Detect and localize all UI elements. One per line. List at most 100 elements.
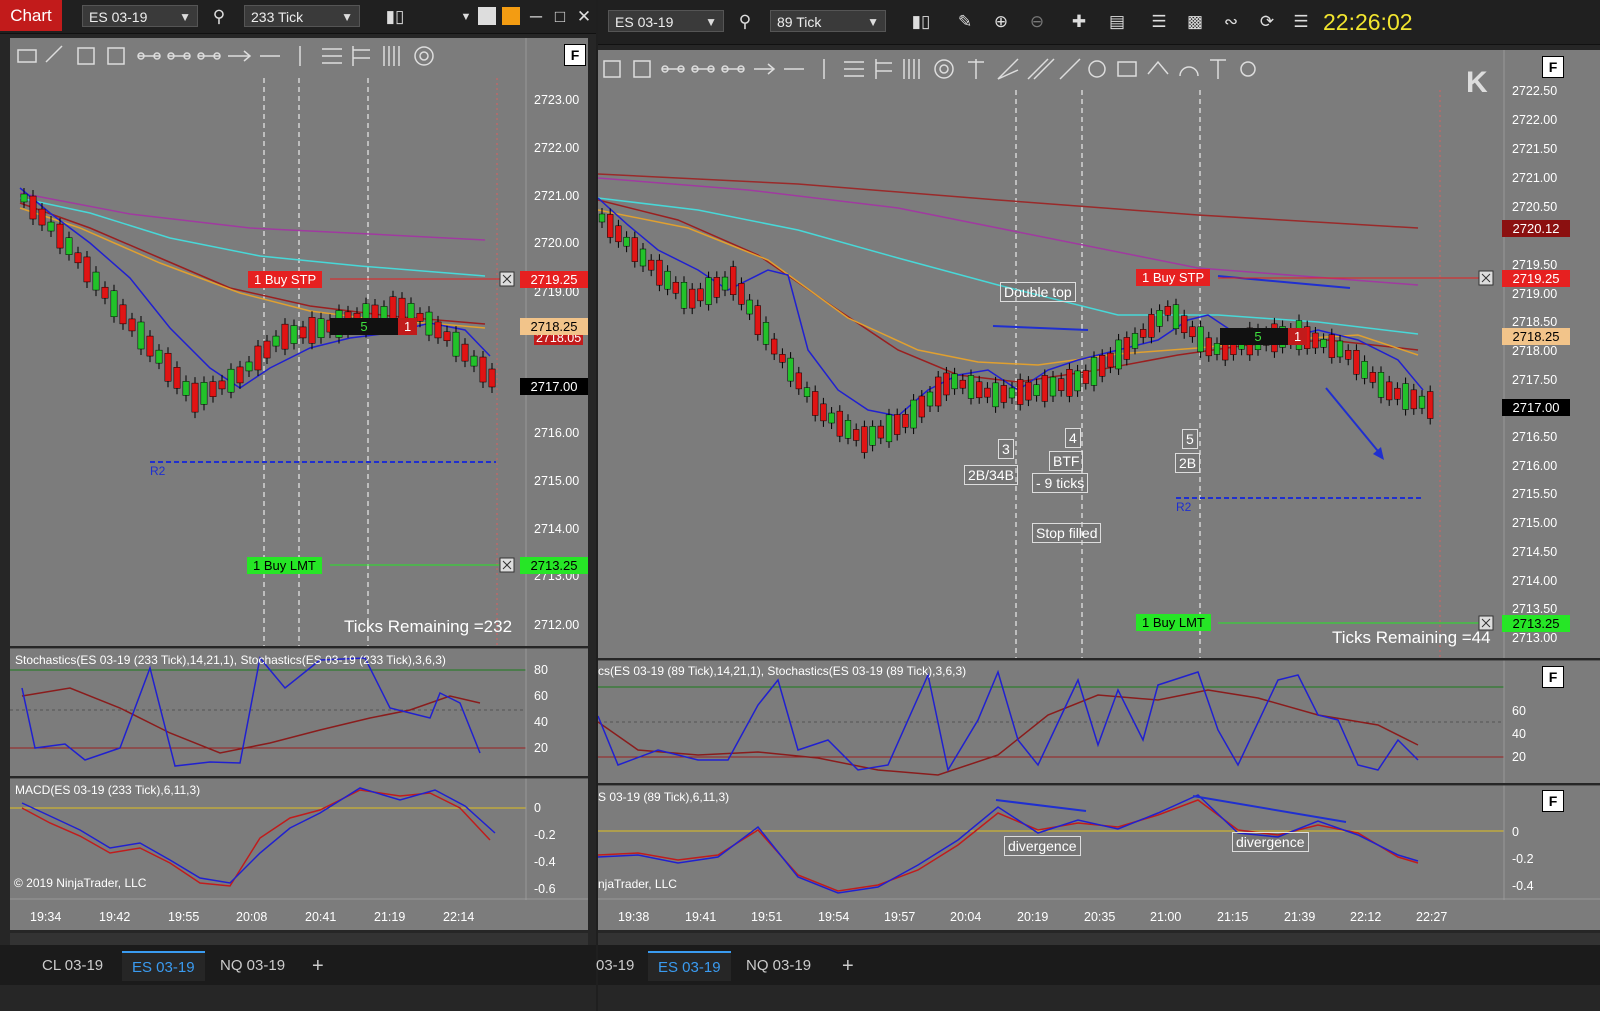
left-f-button[interactable]: F [564, 44, 586, 66]
chart-badge[interactable]: Chart [0, 0, 62, 31]
macd-tick: 0 [534, 801, 541, 815]
macd-tick: 0 [1512, 825, 1519, 839]
annotation-5[interactable]: 5 [1182, 429, 1198, 449]
chevron-down-icon: ▼ [705, 15, 717, 29]
left-bartype-select[interactable]: 233 Tick ▼ [244, 5, 360, 27]
macd-tick: -0.4 [534, 855, 556, 869]
zoom-out-icon[interactable]: ⊖ [1026, 11, 1048, 33]
add-tab-button[interactable]: + [302, 951, 334, 981]
order-qty: 1 [254, 272, 262, 287]
right-ticks-remaining: Ticks Remaining =44 [1332, 628, 1491, 647]
order-label: Buy LMT [263, 558, 316, 573]
left-stoch-title: Stochastics(ES 03-19 (233 Tick),14,21,1)… [15, 653, 446, 667]
reload-icon[interactable]: ⟳ [1256, 11, 1278, 33]
time-tick: 20:04 [950, 910, 982, 924]
right-macd-title: S 03-19 (89 Tick),6,11,3) [598, 790, 730, 804]
stoch-tick: 40 [1512, 727, 1526, 741]
tab-es[interactable]: ES 03-19 [122, 951, 205, 981]
time-tick: 20:41 [305, 910, 337, 924]
chevron-down-icon: ▼ [179, 10, 191, 24]
data-box-icon[interactable]: ▤ [1106, 11, 1128, 33]
close-icon[interactable]: ✕ [573, 6, 595, 28]
price-tick: 2715.00 [1512, 516, 1558, 530]
dropdown-arrow-icon[interactable]: ▼ [455, 6, 477, 28]
strategies-icon[interactable]: ▩ [1184, 11, 1206, 33]
annotation-divergence-2[interactable]: divergence [1232, 832, 1309, 852]
right-macd-plot [598, 785, 1600, 900]
time-tick: 22:12 [1350, 910, 1382, 924]
right-instrument-select[interactable]: ES 03-19 ▼ [608, 10, 724, 32]
left-buy-limit-order[interactable]: 1 Buy LMT [247, 557, 322, 574]
bar-style-icon[interactable]: ▮▯ [910, 11, 932, 33]
tab-nq[interactable]: NQ 03-19 [210, 951, 295, 981]
color-swatch-icon[interactable] [478, 7, 496, 25]
right-macd-f-button[interactable]: F [1542, 790, 1564, 812]
minimize-icon[interactable]: ─ [525, 6, 547, 28]
stoch-tick: 20 [534, 741, 548, 755]
svg-text:K: K [1466, 66, 1488, 99]
crosshair-icon[interactable]: ✚ [1068, 11, 1090, 33]
price-tick: 2716.00 [1512, 459, 1558, 473]
price-tick: 2719.00 [1512, 287, 1558, 301]
annotation-btf[interactable]: BTF [1049, 451, 1084, 471]
search-icon[interactable]: ⚲ [734, 11, 756, 33]
right-stop-price-tag: 2719.25 [1502, 270, 1570, 287]
right-buy-limit-order[interactable]: 1 Buy LMT [1136, 614, 1211, 631]
left-buy-stop-order[interactable]: 1 Buy STP [248, 271, 323, 288]
right-f-button[interactable]: F [1542, 56, 1564, 78]
bar-style-icon[interactable]: ▮▯ [384, 6, 406, 28]
stoch-tick: 60 [534, 689, 548, 703]
right-bartype-select[interactable]: 89 Tick ▼ [770, 10, 886, 32]
annotation-double-top[interactable]: Double top [1000, 282, 1076, 302]
price-tick: 2721.00 [534, 189, 580, 203]
left-instrument-select[interactable]: ES 03-19 ▼ [82, 5, 198, 27]
tab-nq[interactable]: NQ 03-19 [736, 951, 821, 981]
time-tick: 22:14 [443, 910, 475, 924]
right-stoch-plot [598, 660, 1600, 783]
svg-text:R2: R2 [150, 464, 166, 478]
pencil-icon[interactable]: ✎ [954, 11, 976, 33]
order-label: Buy STP [264, 272, 317, 287]
right-drawing-tools[interactable] [603, 58, 1256, 80]
price-tick: 2722.00 [1512, 113, 1558, 127]
right-stoch-f-button[interactable]: F [1542, 666, 1564, 688]
tab-es[interactable]: ES 03-19 [648, 951, 731, 981]
maximize-icon[interactable]: □ [549, 6, 571, 28]
stoch-tick: 40 [534, 715, 548, 729]
price-tick: 2721.50 [1512, 142, 1558, 156]
properties-icon[interactable]: ☰ [1290, 11, 1312, 33]
annotation-2b34b[interactable]: 2B/34B [964, 465, 1018, 485]
indicators-icon[interactable]: ∾ [1220, 11, 1242, 33]
annotation-2b[interactable]: 2B [1175, 453, 1201, 473]
left-ticks-remaining: Ticks Remaining =232 [344, 617, 513, 636]
zoom-in-icon[interactable]: ⊕ [990, 11, 1012, 33]
right-position-qty[interactable]: 5 [1220, 328, 1296, 345]
time-tick: 20:19 [1017, 910, 1049, 924]
annotation-9-ticks[interactable]: - 9 ticks [1032, 473, 1089, 493]
price-tick: 2720.50 [1512, 200, 1558, 214]
add-tab-button[interactable]: + [832, 951, 864, 981]
time-tick: 19:57 [884, 910, 916, 924]
price-tick: 2723.00 [534, 93, 580, 107]
right-buy-stop-order[interactable]: 1 Buy STP [1136, 269, 1211, 286]
tab-partial[interactable]: 03-19 [586, 951, 644, 981]
left-instrument-value: ES 03-19 [89, 9, 148, 25]
stoch-tick: 20 [1512, 750, 1526, 764]
left-position-qty[interactable]: 5 [330, 318, 398, 335]
right-position-side[interactable]: 1 [1288, 328, 1308, 345]
annotation-divergence-1[interactable]: divergence [1004, 836, 1081, 856]
tab-cl[interactable]: CL 03-19 [32, 951, 113, 981]
time-tick: 20:35 [1084, 910, 1116, 924]
stoch-tick: 80 [534, 663, 548, 677]
left-drawing-tools[interactable] [17, 45, 434, 66]
annotation-3[interactable]: 3 [998, 439, 1014, 459]
left-position-side[interactable]: 1 [398, 318, 418, 335]
search-icon[interactable]: ⚲ [208, 6, 230, 28]
time-tick: 19:41 [685, 910, 717, 924]
chart-trader-icon[interactable]: ☰ [1148, 11, 1170, 33]
left-macd-title: MACD(ES 03-19 (233 Tick),6,11,3) [15, 783, 201, 797]
annotation-stop-filled[interactable]: Stop filled [1032, 523, 1102, 543]
link-color-icon[interactable] [502, 7, 520, 25]
right-tab-bar: 03-19 ES 03-19 NQ 03-19 + [596, 945, 1600, 985]
annotation-4[interactable]: 4 [1065, 428, 1081, 448]
